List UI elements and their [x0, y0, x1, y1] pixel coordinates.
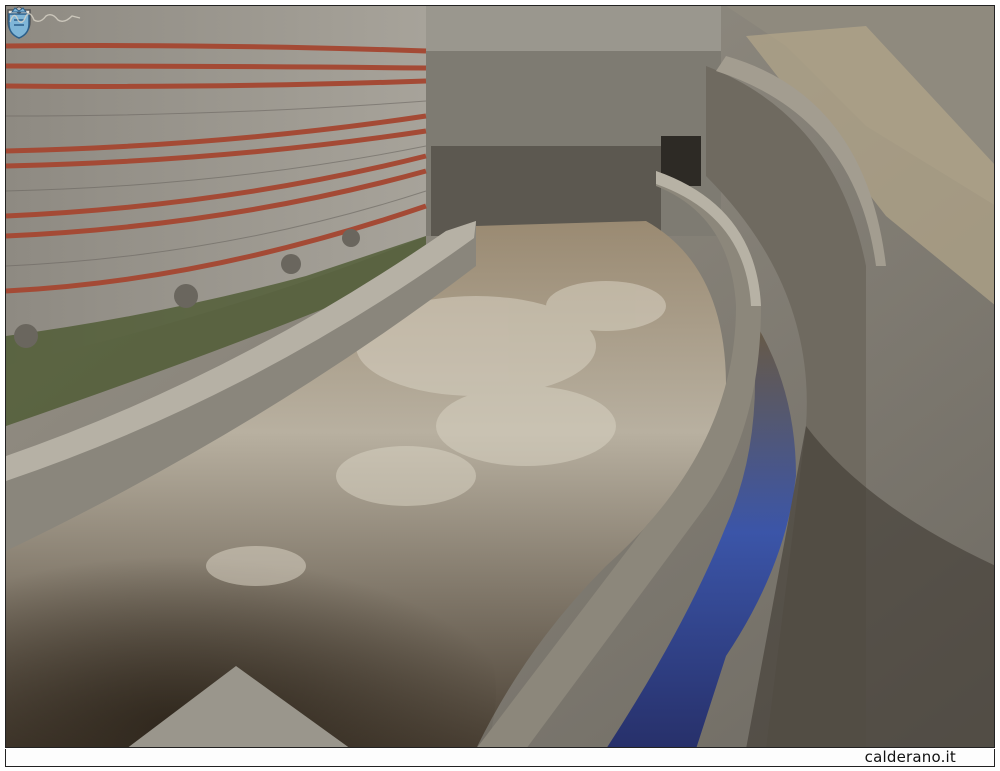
back-wall-top: [421, 6, 721, 51]
site-label: calderano.it: [864, 748, 956, 766]
handwritten-signature-icon: [9, 13, 81, 23]
photo-scene: [6, 6, 994, 747]
fountain-photo: [5, 5, 995, 748]
caption-bar: calderano.it: [5, 748, 995, 767]
photo-frame: calderano.it: [0, 0, 1000, 771]
